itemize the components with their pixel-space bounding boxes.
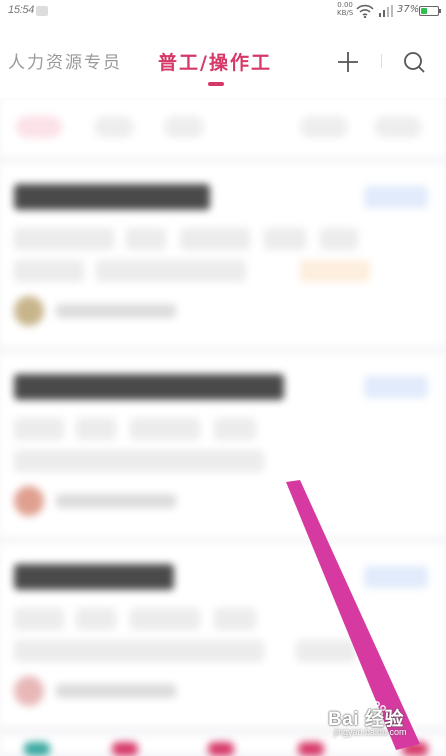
annotation-arrow — [286, 480, 420, 750]
baidu-watermark: Bai 经验 jingyan.baidu.com — [328, 700, 440, 746]
watermark-url: jingyan.baidu.com — [334, 727, 407, 737]
